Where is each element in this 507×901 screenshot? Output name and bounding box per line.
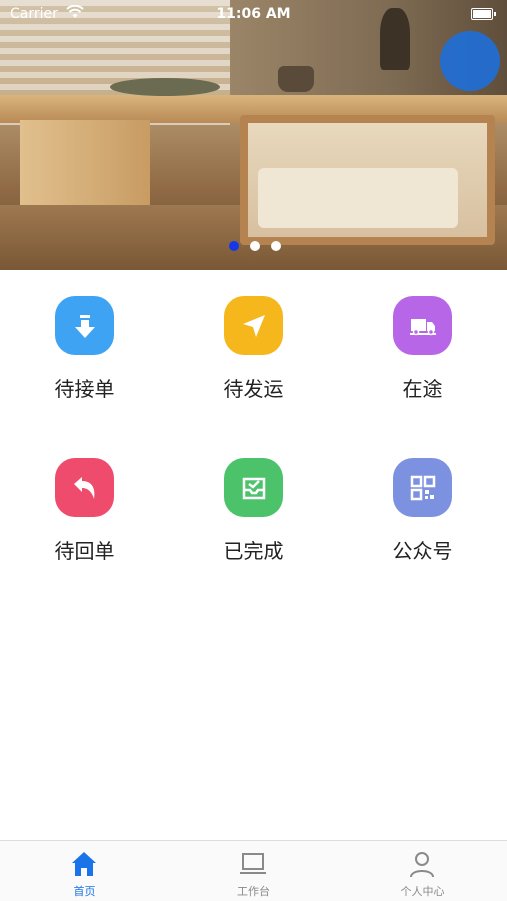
menu-label: 待回单 [54, 539, 115, 563]
inbox-check-icon [224, 458, 283, 517]
banner-tea-tray [110, 78, 220, 96]
menu-label: 在途 [402, 377, 443, 401]
menu-item-pending-ship[interactable]: 待发运 [169, 270, 338, 420]
tab-label: 工作台 [237, 885, 270, 898]
bottom-tab-bar: 首页 工作台 个人中心 [0, 840, 507, 901]
battery-icon [471, 8, 496, 20]
menu-item-in-transit[interactable]: 在途 [338, 270, 507, 420]
navigation-arrow-icon [224, 296, 283, 355]
tab-label: 首页 [73, 885, 96, 898]
status-bar: Carrier 11:06 AM [0, 0, 507, 28]
tab-profile[interactable]: 个人中心 [338, 841, 507, 901]
carousel-dot-2[interactable] [250, 241, 260, 251]
banner-pot [278, 66, 314, 92]
menu-label: 已完成 [223, 539, 284, 563]
menu-label: 待接单 [54, 377, 115, 401]
tab-workbench[interactable]: 工作台 [169, 841, 338, 901]
menu-label: 待发运 [223, 377, 284, 401]
banner-carousel[interactable] [0, 0, 507, 270]
home-icon [72, 852, 96, 876]
download-arrow-icon [55, 296, 114, 355]
menu-item-official-account[interactable]: 公众号 [338, 432, 507, 582]
floating-action-button[interactable] [440, 31, 500, 91]
laptop-icon [240, 853, 266, 874]
carousel-dot-1[interactable] [229, 241, 239, 251]
carousel-dot-3[interactable] [271, 241, 281, 251]
tab-home[interactable]: 首页 [0, 841, 169, 901]
menu-item-completed[interactable]: 已完成 [169, 432, 338, 582]
menu-item-pending-accept[interactable]: 待接单 [0, 270, 169, 420]
truck-icon [393, 296, 452, 355]
clock: 11:06 AM [216, 6, 291, 22]
carousel-page-indicator[interactable] [0, 241, 507, 253]
return-arrow-icon [55, 458, 114, 517]
menu-label: 公众号 [392, 539, 453, 563]
banner-cushion [258, 168, 458, 228]
tab-label: 个人中心 [400, 885, 445, 898]
menu-item-pending-receipt[interactable]: 待回单 [0, 432, 169, 582]
user-icon [410, 852, 434, 878]
qr-code-icon [393, 458, 452, 517]
